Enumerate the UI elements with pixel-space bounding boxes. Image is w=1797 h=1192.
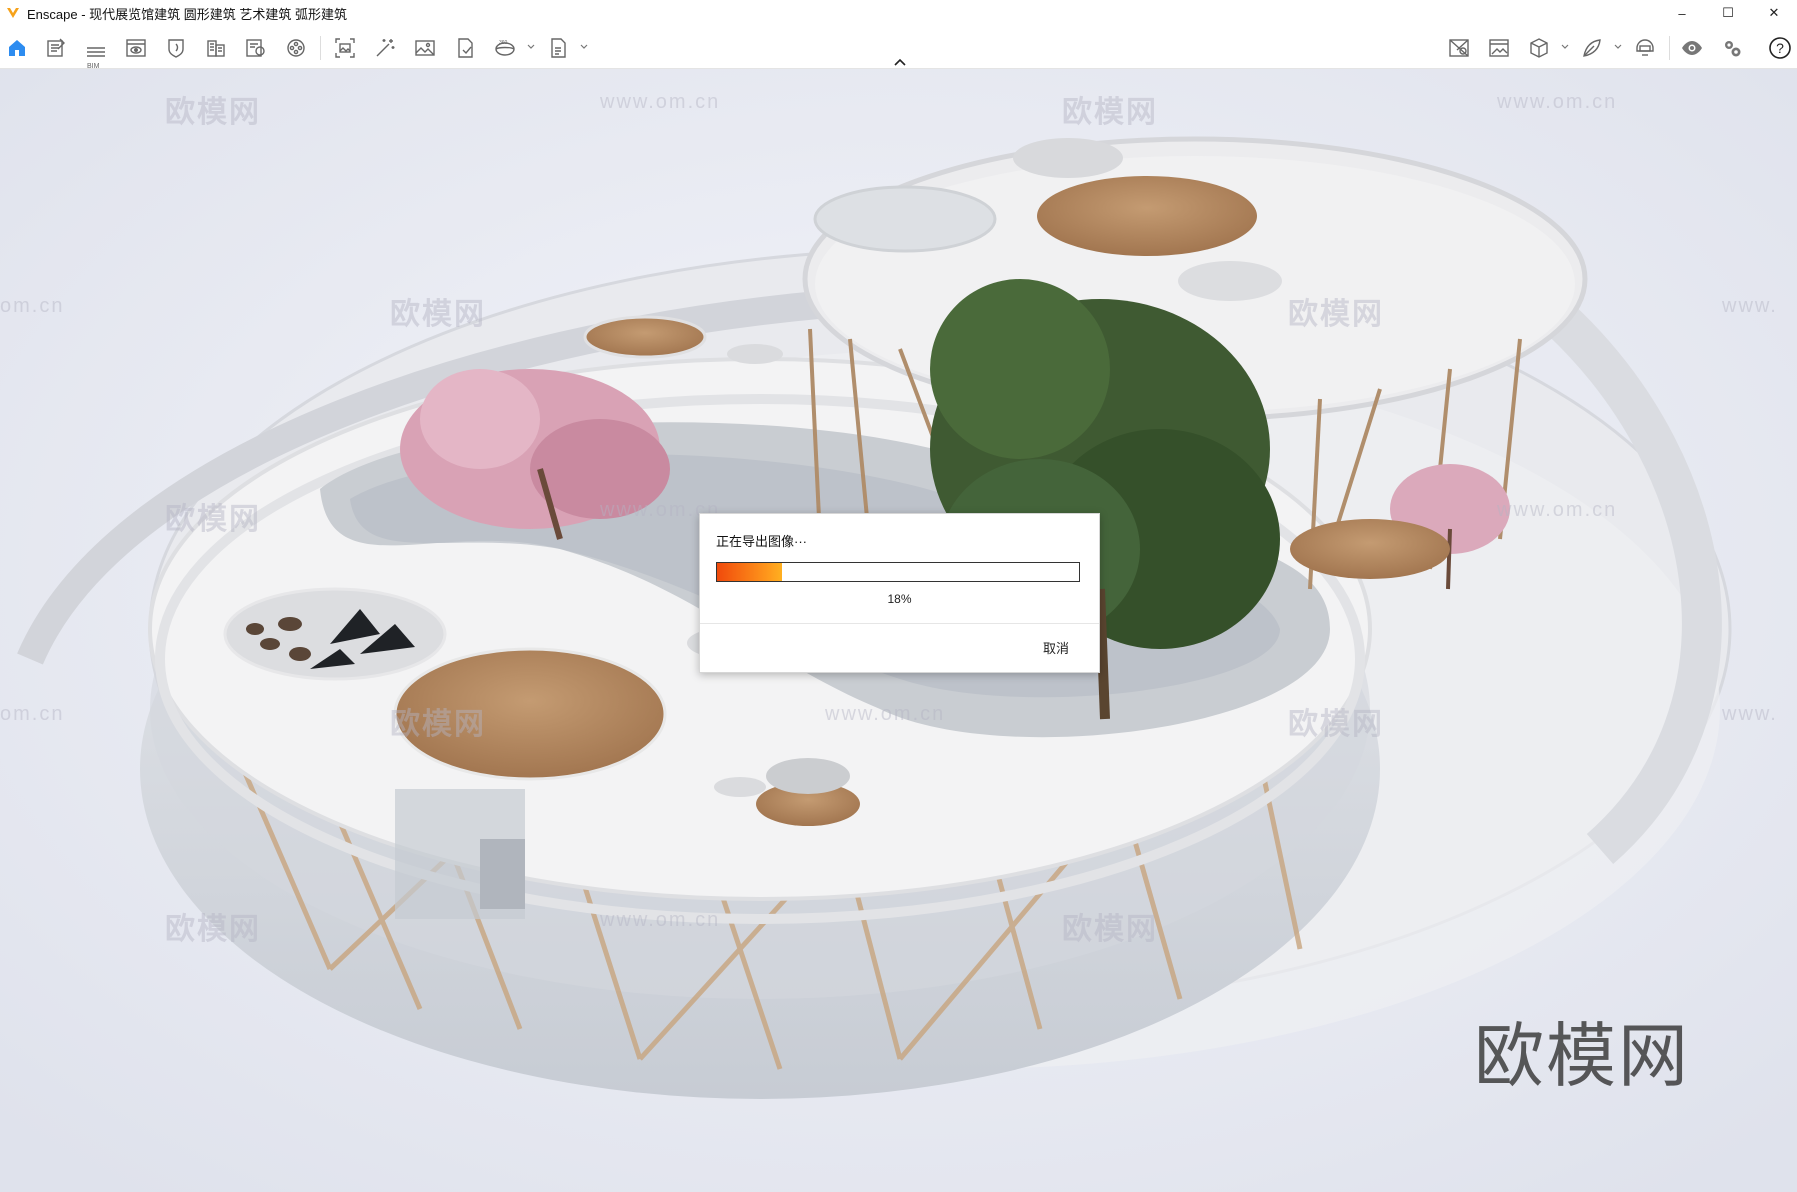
- material-button[interactable]: [242, 34, 270, 62]
- cube-view-dropdown-chevron-icon[interactable]: [1560, 42, 1570, 52]
- video-icon: [287, 39, 305, 57]
- bim-button[interactable]: [82, 34, 110, 62]
- maximize-button[interactable]: ☐: [1705, 0, 1751, 26]
- watermark-url: www.om.cn: [600, 91, 721, 113]
- svg-text:360: 360: [499, 40, 508, 46]
- progress-percentage: 18%: [887, 592, 912, 606]
- vr-headset-button[interactable]: [1631, 34, 1659, 62]
- watermark-brand: 欧模网: [1288, 708, 1384, 741]
- export-button[interactable]: [451, 34, 479, 62]
- assets-button[interactable]: [42, 34, 70, 62]
- watermark-brand: 欧模网: [1062, 913, 1158, 946]
- material-icon: [246, 39, 265, 57]
- magic-wand-icon: [376, 39, 395, 57]
- magic-wand-button[interactable]: [371, 34, 399, 62]
- assets-icon: [47, 38, 65, 57]
- minimize-icon: –: [1678, 5, 1686, 21]
- cube-view-button[interactable]: [1525, 34, 1553, 62]
- watermark-brand: 欧模网: [165, 96, 261, 129]
- screenshot-icon: [335, 38, 355, 58]
- feather-dropdown-chevron-icon[interactable]: [1613, 42, 1623, 52]
- screenshot-button[interactable]: [331, 34, 359, 62]
- settings-icon: [1725, 41, 1741, 57]
- feather-button[interactable]: [1578, 34, 1606, 62]
- export-progress-bar: [716, 562, 1080, 582]
- settings-button[interactable]: [1718, 34, 1746, 62]
- cancel-button[interactable]: 取消: [1043, 638, 1069, 657]
- watermark-brand: 欧模网: [390, 298, 486, 331]
- watermark-brand: 欧模网: [390, 708, 486, 741]
- watermark-brand: 欧模网: [1288, 298, 1384, 331]
- dialog-divider: [700, 623, 1099, 624]
- feather-icon: [1583, 39, 1601, 57]
- exe-export-button[interactable]: [544, 34, 572, 62]
- render-gallery-button[interactable]: [1445, 34, 1473, 62]
- exe-export-dropdown-chevron-icon[interactable]: [579, 42, 589, 52]
- close-icon: ✕: [1768, 5, 1780, 20]
- view-icon: [126, 39, 146, 57]
- watermark-url: www.om.cn: [600, 909, 721, 931]
- maximize-icon: ☐: [1722, 5, 1734, 20]
- video-button[interactable]: [282, 34, 310, 62]
- watermark-brand: 欧模网: [165, 503, 261, 536]
- svg-text:?: ?: [1776, 40, 1784, 56]
- watermark-url: www.om.cn: [1497, 499, 1618, 521]
- minimize-button[interactable]: –: [1659, 0, 1705, 26]
- image-icon: [415, 40, 435, 56]
- watermark-url-prefix: www.: [1722, 295, 1778, 317]
- export-progress-dialog: 正在导出图像··· 18% 取消: [699, 513, 1100, 673]
- panorama-360-button[interactable]: 360: [491, 34, 519, 62]
- atmosphere-icon: [168, 39, 184, 58]
- watermark-brand: 欧模网: [165, 913, 261, 946]
- view-button[interactable]: [122, 34, 150, 62]
- enscape-logo-icon: [7, 8, 19, 18]
- building-icon: [207, 40, 225, 57]
- help-button[interactable]: ?: [1766, 34, 1794, 62]
- watermark-url-short: om.cn: [0, 703, 65, 725]
- toolbar-separator-right: [1669, 36, 1670, 60]
- collapse-toolbar-chevron-icon[interactable]: [891, 56, 909, 68]
- building-button[interactable]: [202, 34, 230, 62]
- progress-bar-fill: [717, 563, 783, 581]
- render-gallery-icon: [1449, 39, 1469, 57]
- home-icon: [9, 40, 25, 56]
- cube-view-icon: [1530, 38, 1548, 58]
- eye-icon: [1682, 41, 1702, 55]
- watermark-url: www.om.cn: [1497, 91, 1618, 113]
- visual-settings-icon: [1489, 39, 1509, 57]
- bim-icon: [87, 47, 105, 57]
- vr-headset-icon: [1636, 39, 1654, 56]
- close-button[interactable]: ✕: [1751, 0, 1797, 26]
- dialog-title: 正在导出图像···: [716, 534, 807, 549]
- watermark-url-short: om.cn: [0, 295, 65, 317]
- exe-export-icon: [551, 38, 566, 58]
- window-title: Enscape - 现代展览馆建筑 圆形建筑 艺术建筑 弧形建筑: [27, 6, 347, 22]
- brand-watermark-large: 欧模网: [1474, 1015, 1690, 1097]
- watermark-brand: 欧模网: [1062, 96, 1158, 129]
- help-icon: ?: [1769, 37, 1791, 59]
- export-icon: [458, 38, 473, 58]
- panorama-360-icon: 360: [495, 40, 515, 56]
- visual-settings-button[interactable]: [1485, 34, 1513, 62]
- atmosphere-button[interactable]: [162, 34, 190, 62]
- watermark-url-prefix: www.: [1722, 703, 1778, 725]
- watermark-url: www.om.cn: [825, 703, 946, 725]
- eye-button[interactable]: [1678, 34, 1706, 62]
- home-button[interactable]: [3, 34, 31, 62]
- panorama-dropdown-chevron-icon[interactable]: [526, 42, 536, 52]
- toolbar-separator: [320, 36, 321, 60]
- title-bar: Enscape - 现代展览馆建筑 圆形建筑 艺术建筑 弧形建筑 – ☐ ✕: [0, 0, 1797, 26]
- image-button[interactable]: [411, 34, 439, 62]
